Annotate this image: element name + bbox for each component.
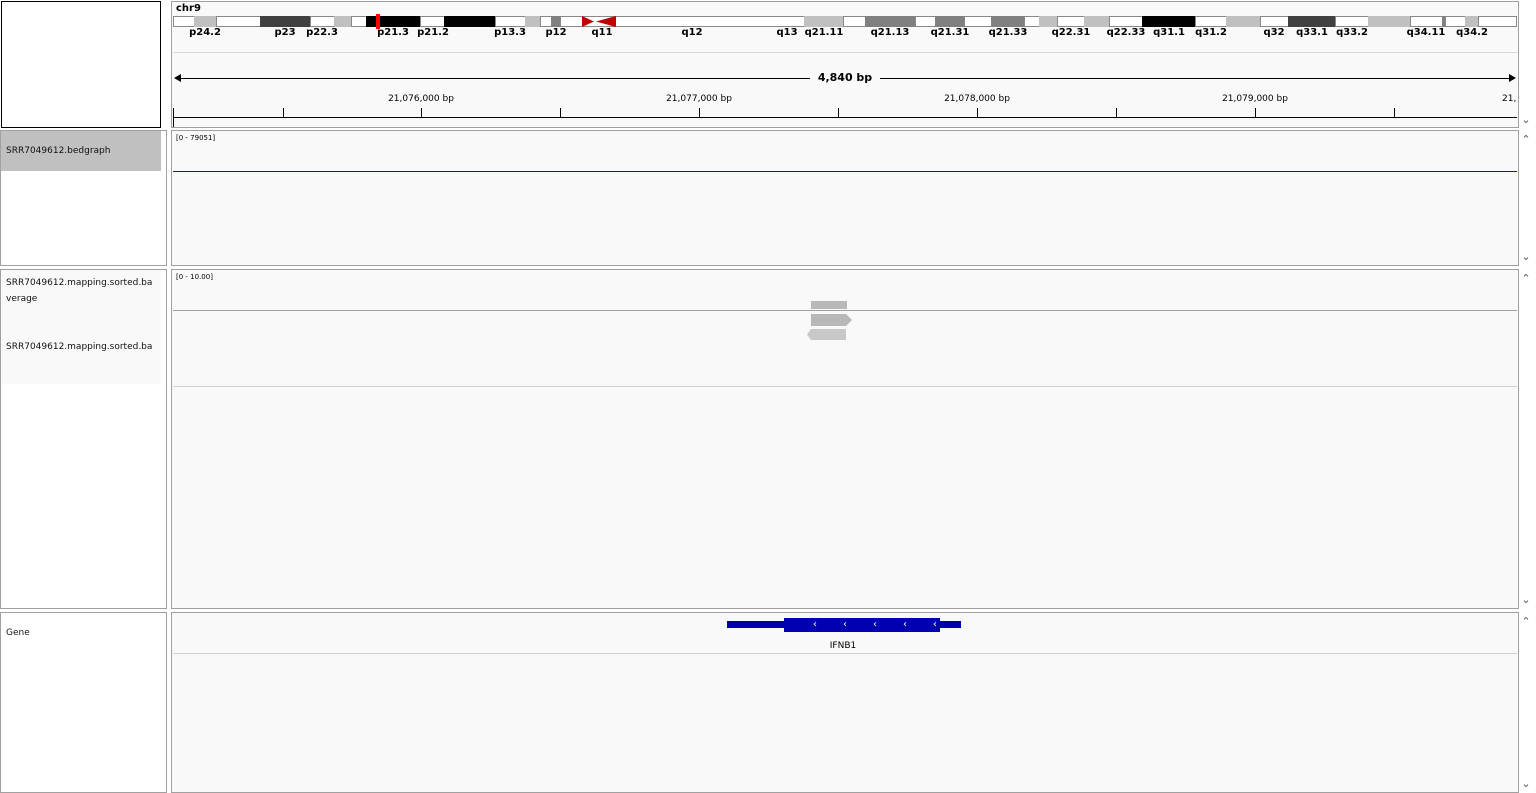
- ruler-baseline: [173, 117, 1517, 118]
- ruler-minor-tick: [1394, 108, 1395, 117]
- coverage-track-label-line2: verage: [6, 294, 38, 304]
- cytoband-label: q34.11: [1406, 27, 1446, 38]
- ruler-minor-tick: [838, 108, 839, 117]
- gene-scroll-down-icon[interactable]: ⌄: [1519, 777, 1533, 791]
- centromere-left: [582, 16, 594, 27]
- cytoband-label: p13.3: [494, 27, 526, 38]
- bedgraph-data-panel[interactable]: [171, 130, 1519, 266]
- ruler-minor-tick: [560, 108, 561, 117]
- ruler-minor-tick: [1116, 108, 1117, 117]
- gene-utr-3: [727, 621, 785, 628]
- alignment-track-divider: [173, 386, 1517, 387]
- bedgraph-signal-line: [173, 171, 1517, 172]
- read-reverse: [807, 329, 846, 340]
- strand-arrow-icon: ‹: [843, 619, 847, 630]
- cytoband-label: q21.33: [988, 27, 1028, 38]
- gene-name-panel[interactable]: [0, 612, 167, 793]
- coverage-bar[interactable]: [811, 301, 847, 309]
- centromere-right-fill: [596, 16, 616, 27]
- gene-track-label: Gene: [6, 628, 30, 638]
- coverage-data-range: [0 - 10.00]: [176, 273, 213, 281]
- alignment-scroll-down-icon[interactable]: ⌄: [1519, 593, 1533, 607]
- cytoband-label: p21.3: [377, 27, 409, 38]
- strand-arrow-icon: ‹: [903, 619, 907, 630]
- gene-cds: [784, 618, 940, 632]
- gene-data-panel[interactable]: [171, 612, 1519, 793]
- span-arrow-right-icon: [1509, 74, 1516, 82]
- coverage-track-label-line1: SRR7049612.mapping.sorted.ba: [6, 278, 153, 288]
- ruler-tick-label: 21,079,000 bp: [1222, 94, 1288, 104]
- cytoband-label: q31.1: [1153, 27, 1185, 38]
- bedgraph-data-range: [0 - 79051]: [176, 134, 216, 142]
- alignment-track-name[interactable]: SRR7049612.mapping.sorted.ba: [1, 330, 161, 384]
- gene-feature[interactable]: ‹ ‹ ‹ ‹ ‹: [727, 618, 961, 634]
- coverage-divider: [173, 310, 1517, 311]
- ideogram-divider: [173, 52, 1517, 53]
- cytoband-label: q33.1: [1296, 27, 1328, 38]
- strand-arrow-icon: ‹: [813, 619, 817, 630]
- gene-scroll-up-icon[interactable]: ⌃: [1519, 615, 1533, 629]
- bedgraph-scroll-down-icon[interactable]: ⌄: [1519, 250, 1533, 264]
- cytoband-label: q33.2: [1336, 27, 1368, 38]
- coverage-track-name[interactable]: SRR7049612.mapping.sorted.ba verage: [1, 270, 161, 330]
- header-name-panel: [1, 1, 161, 128]
- ruler-major-tick: [977, 108, 978, 117]
- cytoband-label: p23: [274, 27, 296, 38]
- span-line-right: [880, 78, 1512, 79]
- span-arrow-left-icon: [174, 74, 181, 82]
- cytoband-label: q12: [681, 27, 703, 38]
- ruler-left-edge: [173, 108, 174, 127]
- ruler-tick-label-clipped: 21,0: [1502, 94, 1516, 104]
- cytoband-label: q11: [591, 27, 613, 38]
- cytoband-label: p21.2: [417, 27, 449, 38]
- alignment-track-label: SRR7049612.mapping.sorted.ba: [6, 342, 153, 352]
- ruler-major-tick: [699, 108, 700, 117]
- read-forward: [811, 314, 852, 326]
- cytoband-label: q21.13: [870, 27, 910, 38]
- bedgraph-track-name[interactable]: SRR7049612.bedgraph: [1, 131, 161, 171]
- cytoband-label: p12: [545, 27, 567, 38]
- centromere-icon: [582, 16, 616, 27]
- bedgraph-scroll-up-icon[interactable]: ⌃: [1519, 133, 1533, 147]
- ruler-tick-label: 21,077,000 bp: [666, 94, 732, 104]
- cytoband-label: q22.31: [1051, 27, 1091, 38]
- cytoband-label: q21.11: [804, 27, 844, 38]
- header-scroll-down-icon[interactable]: ⌄: [1519, 113, 1533, 127]
- span-label: 4,840 bp: [817, 71, 873, 84]
- gene-track-divider: [173, 653, 1517, 654]
- cytoband-label: q13: [776, 27, 798, 38]
- cytoband-label: p24.2: [189, 27, 221, 38]
- cytoband-label: q32: [1263, 27, 1285, 38]
- cytoband-label: q22.33: [1106, 27, 1146, 38]
- cytoband-label: q21.31: [930, 27, 970, 38]
- alignment-scroll-up-icon[interactable]: ⌃: [1519, 272, 1533, 286]
- ruler-tick-label: 21,078,000 bp: [944, 94, 1010, 104]
- span-line-left: [176, 78, 810, 79]
- strand-arrow-icon: ‹: [873, 619, 877, 630]
- strand-arrow-icon: ‹: [933, 619, 937, 630]
- gene-utr-5: [939, 621, 961, 628]
- ruler-major-tick: [421, 108, 422, 117]
- aligned-reads[interactable]: [806, 313, 856, 341]
- gene-feature-label: IFNB1: [829, 641, 857, 651]
- ruler-minor-tick: [283, 108, 284, 117]
- ruler-tick-label: 21,076,000 bp: [388, 94, 454, 104]
- bedgraph-track-label: SRR7049612.bedgraph: [6, 146, 111, 156]
- ruler-major-tick: [1255, 108, 1256, 117]
- cytoband-label: q31.2: [1195, 27, 1227, 38]
- cytoband-label: q34.2: [1456, 27, 1488, 38]
- cytoband-label: p22.3: [306, 27, 338, 38]
